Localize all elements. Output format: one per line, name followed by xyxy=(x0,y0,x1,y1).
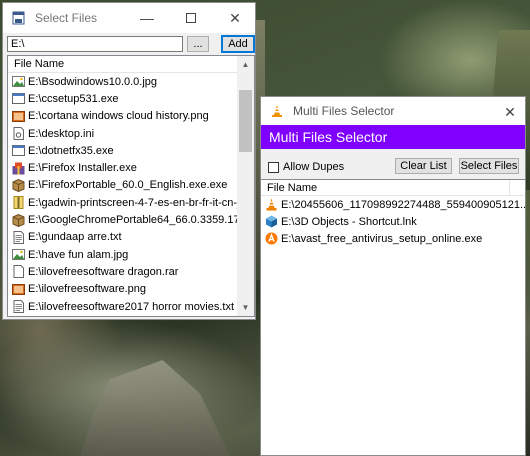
file-row[interactable]: E:\ilovefreesoftware.png xyxy=(8,281,237,298)
avast-icon xyxy=(264,232,278,246)
text-file-icon xyxy=(11,300,25,314)
clear-list-button[interactable]: Clear List xyxy=(395,158,452,174)
file-row[interactable]: E:\cortana windows cloud history.png xyxy=(8,108,237,125)
file-name: E:\3D Objects - Shortcut.lnk xyxy=(281,215,417,228)
file-name: E:\gundaap arre.txt xyxy=(28,231,122,244)
file-row[interactable]: E:\ilovefreesoftwaredespacito.txt xyxy=(8,315,237,316)
file-name: E:\Firefox Installer.exe xyxy=(28,162,137,175)
allow-dupes-checkbox[interactable]: Allow Dupes xyxy=(268,161,344,173)
file-row[interactable]: E:\GoogleChromePortable64_66.0.3359.170_… xyxy=(8,211,237,228)
scroll-down-icon[interactable]: ▼ xyxy=(237,299,254,316)
png-file-icon xyxy=(11,109,25,123)
file-name: E:\Bsodwindows10.0.0.jpg xyxy=(28,75,158,88)
exe-file-icon xyxy=(11,92,25,106)
select-files-window: Select Files — ✕ ... Add File Name E:\Bs… xyxy=(2,2,256,320)
archive-file-icon xyxy=(11,196,25,210)
window-title: Select Files xyxy=(35,11,98,25)
file-rows: E:\Bsodwindows10.0.0.jpg E:\ccsetup531.ex… xyxy=(8,73,237,316)
vertical-scrollbar[interactable]: ▲ ▼ xyxy=(237,56,254,316)
package-icon xyxy=(11,213,25,227)
file-name: E:\gadwin-printscreen-4-7-es-en-br-fr-it… xyxy=(28,196,237,209)
title-bar[interactable]: Select Files — ✕ xyxy=(3,3,255,33)
close-button[interactable]: ✕ xyxy=(495,97,525,127)
image-file-icon xyxy=(11,248,25,262)
file-row[interactable]: E:\Bsodwindows10.0.0.jpg xyxy=(8,73,237,90)
file-name: E:\GoogleChromePortable64_66.0.3359.170_… xyxy=(28,214,237,227)
ini-file-icon xyxy=(11,127,25,141)
file-row[interactable]: E:\desktop.ini xyxy=(8,125,237,142)
blank-file-icon xyxy=(11,265,25,279)
shortcut-icon xyxy=(264,215,278,229)
file-row[interactable]: E:\ilovefreesoftware dragon.rar xyxy=(8,263,237,280)
file-row[interactable]: E:\3D Objects - Shortcut.lnk xyxy=(261,213,525,230)
background-rock xyxy=(80,360,230,456)
package-icon xyxy=(11,178,25,192)
select-files-button[interactable]: Select Files xyxy=(459,158,519,174)
file-row[interactable]: E:\dotnetfx35.exe xyxy=(8,142,237,159)
file-row[interactable]: E:\have fun alam.jpg xyxy=(8,246,237,263)
app-banner: Multi Files Selector xyxy=(261,125,525,149)
multi-files-selector-window: Multi Files Selector ✕ Multi Files Selec… xyxy=(260,96,526,456)
app-icon xyxy=(11,10,27,26)
file-name: E:\dotnetfx35.exe xyxy=(28,144,114,157)
file-row[interactable]: E:\gadwin-printscreen-4-7-es-en-br-fr-it… xyxy=(8,194,237,211)
installer-icon xyxy=(11,161,25,175)
file-list[interactable]: File Name E:\Bsodwindows10.0.0.jpg E:\ccs… xyxy=(7,55,255,317)
column-separator[interactable] xyxy=(509,180,510,195)
image-file-icon xyxy=(11,75,25,89)
checkbox-box[interactable] xyxy=(268,161,279,173)
column-header-file-name[interactable]: File Name xyxy=(8,56,254,73)
path-input[interactable] xyxy=(7,36,183,52)
file-row[interactable]: E:\ccsetup531.exe xyxy=(8,90,237,107)
vlc-cone-icon xyxy=(264,198,278,212)
app-icon xyxy=(269,103,285,119)
selected-files-list[interactable]: File Name E:\20455606_117098992274488_55… xyxy=(261,179,525,455)
file-name: E:\cortana windows cloud history.png xyxy=(28,110,209,123)
title-bar[interactable]: Multi Files Selector ✕ xyxy=(261,97,525,125)
file-row[interactable]: E:\avast_free_antivirus_setup_online.exe xyxy=(261,230,525,247)
file-row[interactable]: E:\Firefox Installer.exe xyxy=(8,159,237,176)
file-row[interactable]: E:\gundaap arre.txt xyxy=(8,229,237,246)
selected-file-rows: E:\20455606_117098992274488_559400905121… xyxy=(261,196,525,247)
file-name: E:\have fun alam.jpg xyxy=(28,248,129,261)
file-row[interactable]: E:\FirefoxPortable_60.0_English.exe.exe xyxy=(8,177,237,194)
window-title: Multi Files Selector xyxy=(293,104,395,118)
png-file-icon xyxy=(11,282,25,296)
file-name: E:\ilovefreesoftware dragon.rar xyxy=(28,265,179,278)
scroll-up-icon[interactable]: ▲ xyxy=(237,56,254,73)
scroll-thumb[interactable] xyxy=(239,90,252,152)
exe-file-icon xyxy=(11,144,25,158)
file-name: E:\ilovefreesoftware.png xyxy=(28,283,147,296)
file-name: E:\FirefoxPortable_60.0_English.exe.exe xyxy=(28,179,228,192)
maximize-button[interactable] xyxy=(169,3,213,33)
file-row[interactable]: E:\ilovefreesoftware2017 horror movies.t… xyxy=(8,298,237,315)
file-name: E:\desktop.ini xyxy=(28,127,95,140)
allow-dupes-label: Allow Dupes xyxy=(283,161,345,173)
minimize-button[interactable]: — xyxy=(125,3,169,33)
file-row[interactable]: E:\20455606_117098992274488_559400905121… xyxy=(261,196,525,213)
add-button[interactable]: Add xyxy=(221,35,255,53)
file-name: E:\20455606_117098992274488_559400905121… xyxy=(281,198,525,211)
text-file-icon xyxy=(11,230,25,244)
file-name: E:\ilovefreesoftware2017 horror movies.t… xyxy=(28,300,235,313)
column-header-file-name[interactable]: File Name xyxy=(261,180,525,196)
browse-button[interactable]: ... xyxy=(187,36,209,52)
close-button[interactable]: ✕ xyxy=(213,3,257,33)
file-name: E:\avast_free_antivirus_setup_online.exe xyxy=(281,232,483,245)
file-name: E:\ccsetup531.exe xyxy=(28,92,119,105)
